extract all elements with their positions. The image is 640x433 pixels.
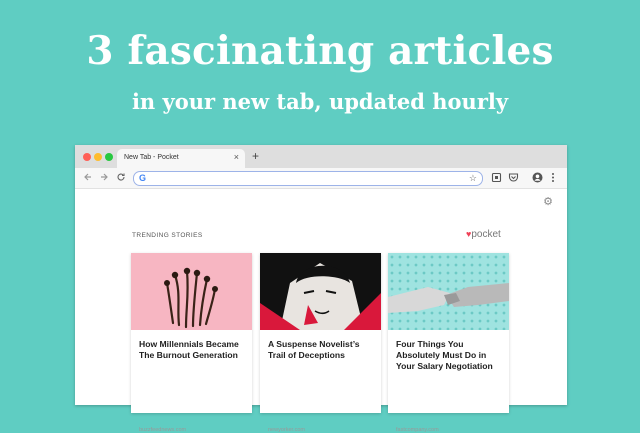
close-window-button[interactable]: [83, 153, 91, 161]
title-bar: New Tab - Pocket × +: [75, 145, 567, 168]
gear-icon[interactable]: ⚙: [543, 195, 553, 208]
tab-close-icon[interactable]: ×: [234, 152, 239, 162]
article-image: [388, 253, 509, 330]
new-tab-page: ⚙ TRENDING STORIES ♥pocket How Millennia…: [75, 189, 567, 433]
promo-subhead: in your new tab, updated hourly: [131, 89, 509, 114]
browser-toolbar: G ☆: [75, 168, 567, 189]
browser-tab[interactable]: New Tab - Pocket ×: [117, 149, 245, 168]
article-source: buzzfeednews.com: [139, 427, 187, 433]
profile-icon[interactable]: [532, 172, 543, 186]
menu-icon[interactable]: [551, 172, 555, 186]
pocket-brand-text: pocket: [471, 229, 501, 240]
google-icon: G: [139, 173, 147, 183]
tab-title: New Tab - Pocket: [124, 154, 179, 161]
promo-headline: 3 fascinating articles: [86, 28, 554, 74]
extension-icon[interactable]: [491, 172, 502, 186]
article-title[interactable]: A Suspense Novelist’s Trail of Deception…: [268, 339, 376, 361]
back-icon[interactable]: [83, 172, 93, 185]
article-card[interactable]: How Millennials Became The Burnout Gener…: [131, 253, 252, 433]
pocket-save-icon[interactable]: [508, 172, 519, 186]
forward-icon[interactable]: [99, 172, 109, 185]
new-tab-button[interactable]: +: [252, 149, 259, 163]
reload-icon[interactable]: [116, 172, 126, 185]
article-card[interactable]: Four Things You Absolutely Must Do in Yo…: [388, 253, 509, 433]
article-source: newyorker.com: [268, 427, 305, 433]
article-title[interactable]: How Millennials Became The Burnout Gener…: [139, 339, 247, 361]
article-card[interactable]: A Suspense Novelist’s Trail of Deception…: [260, 253, 381, 433]
browser-window: New Tab - Pocket × + G ☆ ⚙ TRENDING STOR…: [75, 145, 567, 433]
article-image: [131, 253, 252, 330]
section-label: TRENDING STORIES: [132, 232, 203, 239]
article-title[interactable]: Four Things You Absolutely Must Do in Yo…: [396, 339, 504, 372]
article-source: fastcompany.com: [396, 427, 439, 433]
star-icon[interactable]: ☆: [469, 172, 477, 185]
article-image: [260, 253, 381, 330]
minimize-window-button[interactable]: [94, 153, 102, 161]
address-bar[interactable]: G ☆: [133, 171, 483, 186]
pocket-logo: ♥pocket: [466, 229, 501, 240]
maximize-window-button[interactable]: [105, 153, 113, 161]
